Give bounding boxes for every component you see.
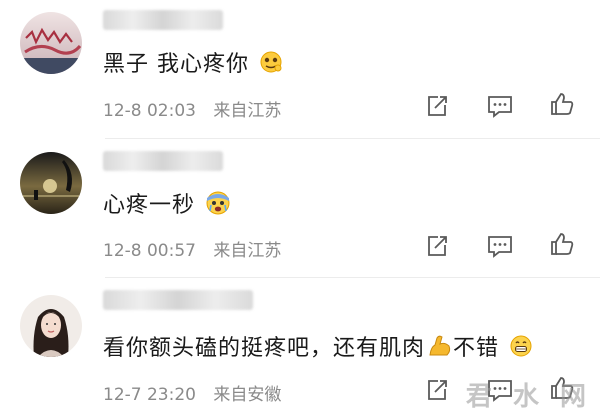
comment-text: 看你额头磕的挺疼吧，还有肌肉 不错 bbox=[103, 330, 533, 365]
comment-time: 12-8 00:57 bbox=[103, 241, 196, 261]
flexed-biceps-emoji-icon bbox=[427, 333, 453, 365]
scared-crying-emoji-icon bbox=[205, 190, 231, 222]
thinking-pleading-emoji-icon bbox=[259, 50, 283, 80]
username-blurred[interactable] bbox=[103, 10, 223, 30]
comment-item: 黑子 我心疼你 12-8 02:03 来自江苏 bbox=[0, 0, 600, 138]
avatar[interactable] bbox=[20, 295, 82, 357]
share-icon[interactable] bbox=[423, 92, 451, 120]
share-icon[interactable] bbox=[423, 232, 451, 260]
comment-icon[interactable] bbox=[486, 92, 514, 120]
like-icon[interactable] bbox=[548, 90, 576, 118]
comment-time: 12-7 23:20 bbox=[103, 385, 196, 405]
comment-location: 来自江苏 bbox=[213, 241, 281, 261]
grinning-emoji-icon bbox=[509, 334, 533, 364]
comment-text: 黑子 我心疼你 bbox=[103, 46, 283, 80]
comment-item: 心疼一秒 12-8 00:57 来自江苏 bbox=[0, 139, 600, 277]
comment-meta: 12-8 00:57 来自江苏 bbox=[103, 236, 281, 261]
username-blurred[interactable] bbox=[103, 290, 253, 310]
avatar[interactable] bbox=[20, 12, 82, 74]
like-icon[interactable] bbox=[548, 230, 576, 258]
share-icon[interactable] bbox=[423, 376, 451, 404]
comment-meta: 12-8 02:03 来自江苏 bbox=[103, 96, 281, 121]
avatar[interactable] bbox=[20, 152, 82, 214]
comment-location: 来自安徽 bbox=[213, 385, 281, 405]
comment-location: 来自江苏 bbox=[213, 101, 281, 121]
comment-time: 12-8 02:03 bbox=[103, 101, 196, 121]
comment-icon[interactable] bbox=[486, 232, 514, 260]
comment-text: 心疼一秒 bbox=[103, 187, 231, 222]
username-blurred[interactable] bbox=[103, 151, 223, 171]
comment-meta: 12-7 23:20 来自安徽 bbox=[103, 380, 281, 405]
watermark: 君 水 网 bbox=[466, 376, 592, 413]
